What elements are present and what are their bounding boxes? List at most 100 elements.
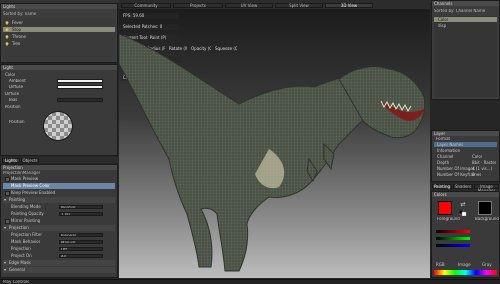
dropdown-select[interactable]: Normal xyxy=(59,205,103,209)
dropdown-select[interactable]: Bilinear xyxy=(59,233,103,237)
projection-row[interactable]: Projection Filter Bilinear xyxy=(3,232,115,238)
rgb-slider[interactable] xyxy=(436,237,470,240)
projection-row[interactable]: General ▾ xyxy=(3,267,115,273)
tab-shaders[interactable]: Shaders xyxy=(453,184,473,189)
bias-slider[interactable] xyxy=(57,98,103,102)
tab-uv-view[interactable]: UV View xyxy=(225,3,273,8)
projection-row-label: Painting Opacity xyxy=(11,211,44,216)
expand-triangle-icon[interactable]: ▾ xyxy=(4,197,6,203)
projection-row-label: Blending Mode xyxy=(11,204,41,209)
expand-triangle-icon[interactable]: ▾ xyxy=(4,260,6,266)
bias-label: Bias xyxy=(9,98,18,102)
rgb-slider[interactable] xyxy=(436,244,470,247)
section-light[interactable]: Light xyxy=(1,65,117,70)
projection-row[interactable]: Projection Off xyxy=(3,246,115,252)
lights-list: Fever Stop Throne Tree xyxy=(3,18,115,60)
foreground-swatch[interactable] xyxy=(438,201,452,215)
light-item-label: Stop xyxy=(12,27,22,32)
projection-panel-title: Projection xyxy=(1,165,117,170)
layer-info-value: Color xyxy=(472,154,483,159)
tab-painting[interactable]: Painting xyxy=(432,184,452,189)
value-slider[interactable]: 1.00 xyxy=(59,212,103,216)
light-item[interactable]: Throne xyxy=(3,34,115,39)
lightbulb-icon xyxy=(5,42,9,46)
dropdown-select[interactable]: Manual xyxy=(59,240,103,244)
tab-rgb[interactable]: RGB xyxy=(436,262,445,267)
channels-list: Color disp xyxy=(434,16,497,97)
dropdown-select[interactable]: All xyxy=(59,254,103,258)
layer-info-label: Depth xyxy=(437,160,450,165)
trex-model[interactable] xyxy=(119,9,430,278)
play-controls-label[interactable]: Play Controls xyxy=(3,280,29,284)
light-item[interactable]: Fever xyxy=(3,20,115,25)
projection-row-label: Painting xyxy=(9,197,26,202)
expand-triangle-icon[interactable]: ▾ xyxy=(4,225,6,231)
layer-rows: Layer Names Information Channel Color Depth 8… xyxy=(432,142,499,181)
projection-row[interactable]: Keep Preview Enabled xyxy=(3,190,115,196)
light-item-label: Throne xyxy=(12,34,26,39)
light-item[interactable]: Tree xyxy=(3,41,115,46)
checkbox[interactable] xyxy=(5,191,10,196)
projection-row[interactable]: Edge Mask ▾ xyxy=(3,260,115,266)
lights-sort-label[interactable]: Sorted by: name xyxy=(3,11,36,16)
projection-row-label: Edge Mask xyxy=(9,260,31,265)
light-item-label: Tree xyxy=(12,41,21,46)
tab-objects[interactable]: Objects xyxy=(21,158,39,163)
channels-panel-title: Channels xyxy=(432,1,499,6)
projection-row[interactable]: Mask Preview Color xyxy=(3,183,115,189)
projection-row-label: Project On xyxy=(11,253,32,258)
viewport-3d[interactable]: FPS: 59.60 Selected Patches: 0 Current T… xyxy=(119,9,430,278)
section-position[interactable]: Position xyxy=(5,105,21,109)
spectrum-bar[interactable] xyxy=(434,270,497,275)
tab-community[interactable]: Community xyxy=(121,3,171,8)
tab-split-view[interactable]: Split View xyxy=(275,3,323,8)
channel-item[interactable]: disp xyxy=(434,23,497,28)
light-position-sphere[interactable] xyxy=(43,111,73,141)
ambient-label: Ambient xyxy=(9,79,26,83)
lights-panel: Lights Sorted by: name Fever Stop Throne… xyxy=(0,3,118,63)
channel-item[interactable]: Color xyxy=(434,17,497,22)
projection-rows: Mask Preview Mask Preview Color Keep Previ… xyxy=(1,176,117,277)
reset-colors-icon[interactable] xyxy=(458,209,467,217)
background-swatch[interactable] xyxy=(478,201,492,215)
checkbox[interactable] xyxy=(5,177,10,182)
section-color[interactable]: Color xyxy=(5,72,15,77)
projection-row[interactable]: Painting ▾ xyxy=(3,197,115,203)
tab-image-manager[interactable]: Image Manager xyxy=(474,184,499,193)
projection-row[interactable]: Painting Opacity 1.00 xyxy=(3,211,115,217)
background-label: Background xyxy=(475,217,499,221)
dropdown-select[interactable]: Off xyxy=(59,247,103,251)
projection-manager-label[interactable]: ProjectionManager xyxy=(3,171,40,175)
channels-panel: Channels Sorted by: Channel Name Color d… xyxy=(431,0,500,100)
projection-row-label: General xyxy=(9,267,25,272)
channel-item-label: Color xyxy=(438,17,449,22)
section-diffuse[interactable]: Diffuse xyxy=(5,92,19,96)
projection-row[interactable]: Blending Mode Normal xyxy=(3,204,115,210)
tab-image[interactable]: Image xyxy=(458,262,471,267)
tab-lights[interactable]: Lights xyxy=(2,158,20,163)
layer-info-row: Number Of Images 4 (1 vis...) xyxy=(434,166,497,171)
checkbox[interactable] xyxy=(5,219,10,224)
projection-row[interactable]: Projection ▾ xyxy=(3,225,115,231)
ambient-color-swatch[interactable] xyxy=(57,79,103,83)
channels-sort-label[interactable]: Sorted by: Channel Name xyxy=(434,9,485,13)
tab-gray[interactable]: Gray xyxy=(482,262,492,267)
projection-row-label: Projection xyxy=(11,246,31,251)
projection-row[interactable]: Mirror Painting xyxy=(3,218,115,224)
section-format[interactable]: Format xyxy=(436,137,450,141)
diffuse-color-swatch[interactable] xyxy=(57,85,103,89)
light-item[interactable]: Stop xyxy=(3,27,115,32)
projection-row-label: Mask Preview xyxy=(11,176,39,181)
layer-info-row: Information xyxy=(434,148,497,153)
projection-row[interactable]: Project On All xyxy=(3,253,115,259)
projection-row-label: Mask Behavior xyxy=(11,239,41,244)
tab-3d-view[interactable]: 3D View xyxy=(325,3,373,8)
tab-projects[interactable]: Projects xyxy=(173,3,223,8)
swap-colors-icon[interactable]: ⇄ xyxy=(459,201,467,209)
projection-row-label: Keep Preview Enabled xyxy=(11,190,56,195)
layer-info-label: Number Of Keyframes xyxy=(437,172,482,177)
projection-row[interactable]: Mask Behavior Manual xyxy=(3,239,115,245)
expand-triangle-icon[interactable]: ▾ xyxy=(4,267,6,273)
rgb-slider[interactable] xyxy=(436,230,470,233)
projection-row[interactable]: Mask Preview xyxy=(3,176,115,182)
